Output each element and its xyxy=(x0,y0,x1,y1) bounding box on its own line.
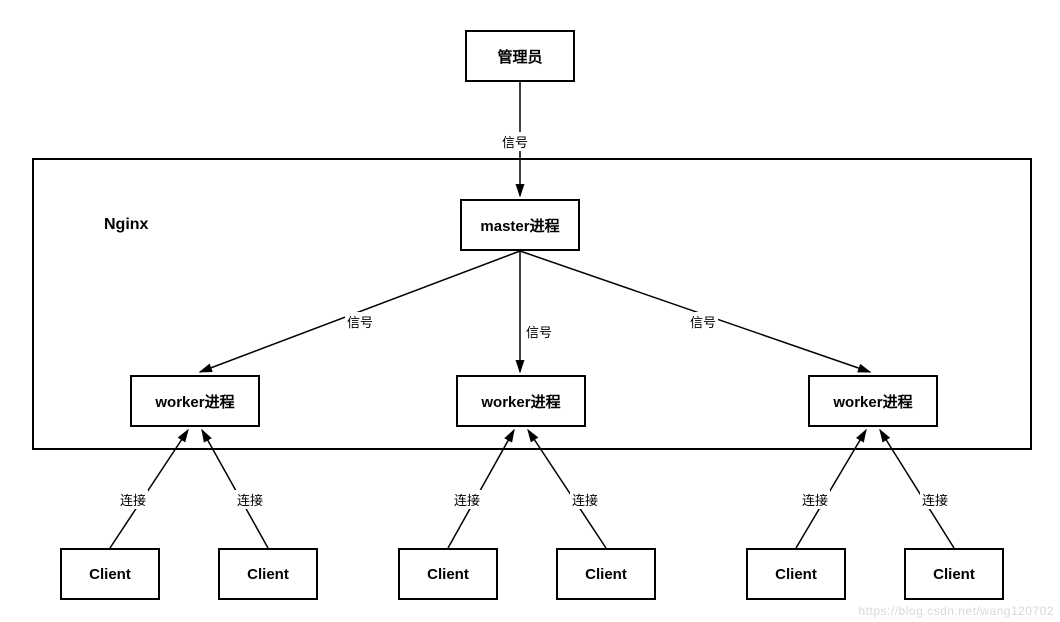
client4-box: Client xyxy=(556,548,656,600)
edge-client3-worker2-label: 连接 xyxy=(452,490,482,509)
client3-box: Client xyxy=(398,548,498,600)
client6-box: Client xyxy=(904,548,1004,600)
master-box: master进程 xyxy=(460,199,580,251)
worker1-label: worker进程 xyxy=(155,391,234,412)
client2-box: Client xyxy=(218,548,318,600)
worker3-box: worker进程 xyxy=(808,375,938,427)
client2-label: Client xyxy=(247,566,289,583)
worker3-label: worker进程 xyxy=(833,391,912,412)
client6-label: Client xyxy=(933,566,975,583)
worker2-box: worker进程 xyxy=(456,375,586,427)
nginx-label: Nginx xyxy=(104,216,148,234)
client4-label: Client xyxy=(585,566,627,583)
worker1-box: worker进程 xyxy=(130,375,260,427)
edge-master-worker1-label: 信号 xyxy=(345,312,375,331)
worker2-label: worker进程 xyxy=(481,391,560,412)
admin-label: 管理员 xyxy=(497,46,542,67)
client1-label: Client xyxy=(89,566,131,583)
client5-label: Client xyxy=(775,566,817,583)
edge-client1-worker1-label: 连接 xyxy=(118,490,148,509)
edge-client5-worker3-label: 连接 xyxy=(800,490,830,509)
admin-box: 管理员 xyxy=(465,30,575,82)
edge-client2-worker1-label: 连接 xyxy=(235,490,265,509)
edge-admin-master-label: 信号 xyxy=(500,132,530,151)
client3-label: Client xyxy=(427,566,469,583)
client1-box: Client xyxy=(60,548,160,600)
client5-box: Client xyxy=(746,548,846,600)
edge-master-worker3-label: 信号 xyxy=(688,312,718,331)
edge-client4-worker2-label: 连接 xyxy=(570,490,600,509)
master-label: master进程 xyxy=(480,215,559,236)
edge-master-worker2-label: 信号 xyxy=(524,322,554,341)
edge-client6-worker3-label: 连接 xyxy=(920,490,950,509)
watermark: https://blog.csdn.net/wang120702 xyxy=(859,604,1054,618)
